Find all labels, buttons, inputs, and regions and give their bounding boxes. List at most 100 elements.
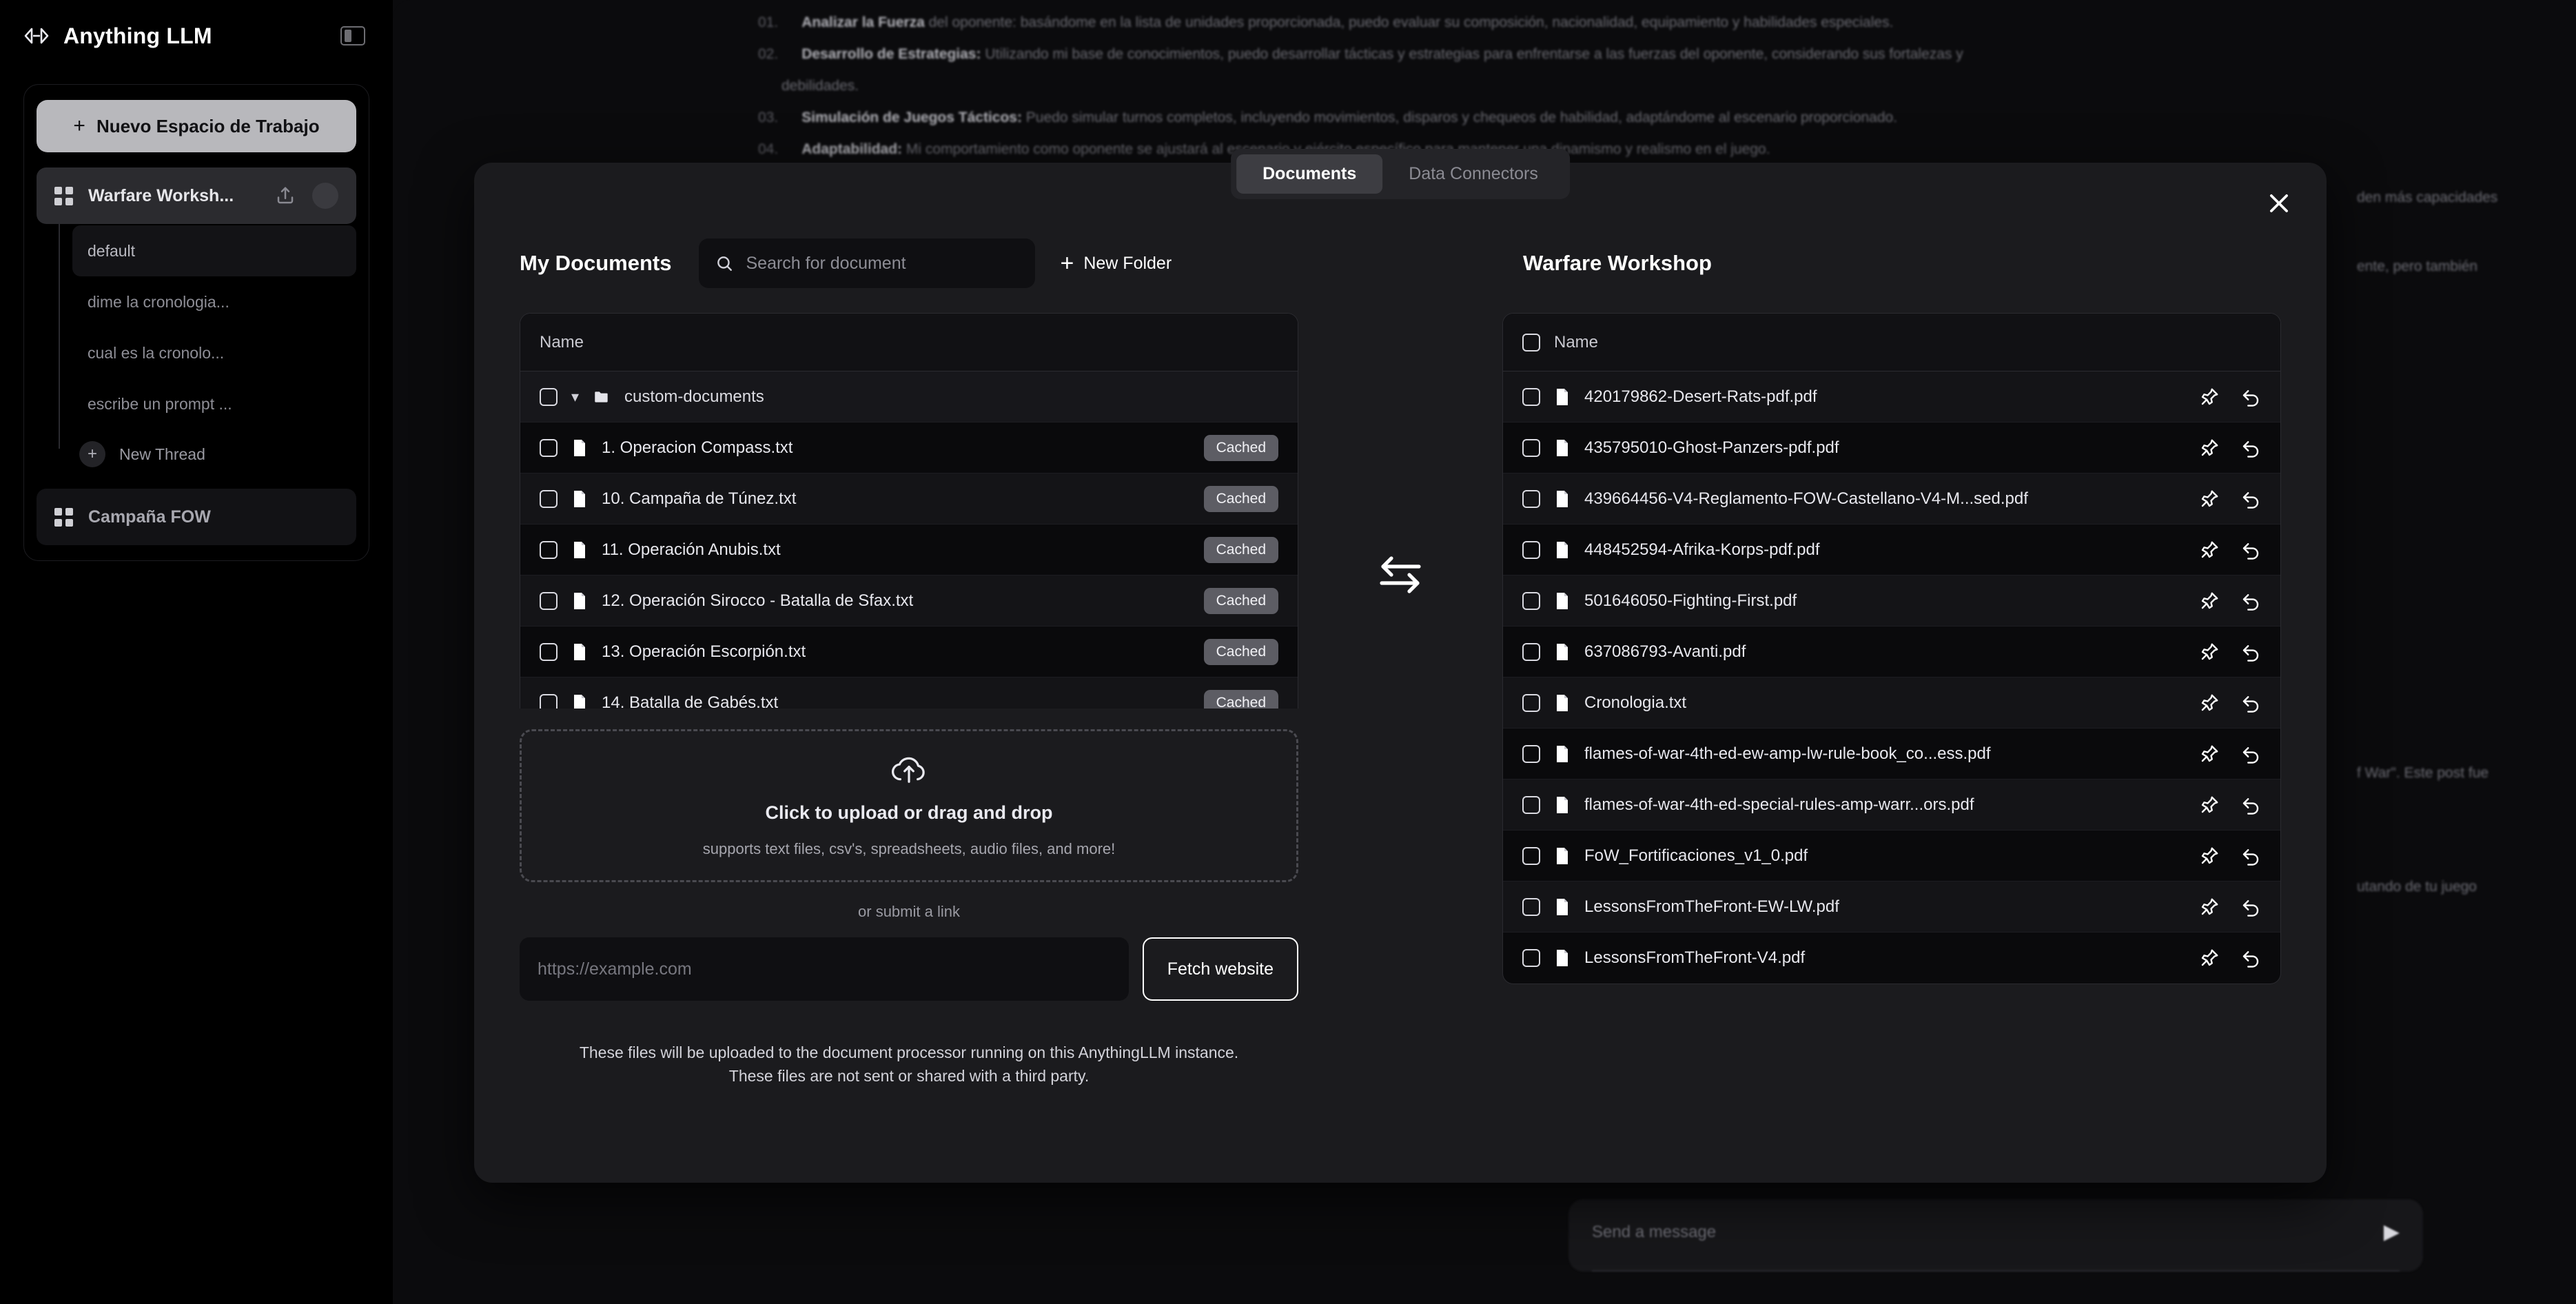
file-icon [1557,796,1568,813]
transfer-arrows-icon[interactable] [1378,556,1423,594]
row-checkbox[interactable] [1522,795,1540,814]
undo-icon[interactable] [2240,591,2261,611]
search-input[interactable] [746,253,1019,274]
row-checkbox[interactable] [1522,540,1540,559]
thread-item-default[interactable]: default [72,225,356,276]
sidebar-toggle-icon[interactable] [340,26,365,45]
table-row[interactable]: LessonsFromTheFront-EW-LW.pdf [1503,882,2280,933]
table-row[interactable]: LessonsFromTheFront-V4.pdf [1503,933,2280,984]
undo-icon[interactable] [2240,897,2261,917]
row-checkbox[interactable] [540,642,558,661]
row-checkbox[interactable] [1522,438,1540,457]
thread-item-2[interactable]: cual es la cronolo... [72,327,356,378]
pin-icon[interactable] [2199,438,2220,458]
sidebar-item-campana-fow[interactable]: Campaña FOW [37,489,356,545]
row-checkbox[interactable] [540,693,558,709]
table-row[interactable]: Cronologia.txt [1503,678,2280,729]
url-input[interactable] [520,937,1129,1001]
gear-icon[interactable] [312,183,338,209]
tab-data-connectors[interactable]: Data Connectors [1382,154,1564,194]
fetch-website-button[interactable]: Fetch website [1142,937,1298,1001]
pin-icon[interactable] [2199,846,2220,866]
row-checkbox[interactable] [540,591,558,610]
table-row[interactable]: 501646050-Fighting-First.pdf [1503,575,2280,626]
upload-icon[interactable] [274,184,297,207]
file-icon [1557,643,1568,660]
new-folder-button[interactable]: + New Folder [1060,252,1172,275]
brand: Anything LLM [23,23,212,49]
row-checkbox[interactable] [1522,489,1540,508]
filelist-header: Name [1503,314,2280,371]
pin-icon[interactable] [2199,693,2220,713]
table-row[interactable]: 420179862-Desert-Rats-pdf.pdf [1503,371,2280,422]
table-row[interactable]: 13. Operación Escorpión.txt Cached [520,626,1298,678]
pin-icon[interactable] [2199,795,2220,815]
table-row[interactable]: 448452594-Afrika-Korps-pdf.pdf [1503,524,2280,575]
row-checkbox[interactable] [1522,846,1540,865]
row-checkbox[interactable] [1522,387,1540,406]
table-row[interactable]: FoW_Fortificaciones_v1_0.pdf [1503,831,2280,882]
row-checkbox[interactable] [1522,591,1540,610]
undo-icon[interactable] [2240,693,2261,713]
table-row[interactable]: ▾ custom-documents [520,371,1298,422]
my-documents-list-viewport[interactable]: Name ▾ custom-documents 1. Operacion Com… [520,295,1298,709]
pin-icon[interactable] [2199,642,2220,662]
chat-line-bold: Desarrollo de Estrategias: [801,46,981,62]
sidebar-item-warfare-workshop[interactable]: Warfare Worksh... [37,167,356,224]
table-row[interactable]: flames-of-war-4th-ed-ew-amp-lw-rule-book… [1503,729,2280,780]
table-row[interactable]: 12. Operación Sirocco - Batalla de Sfax.… [520,575,1298,626]
table-row[interactable]: 637086793-Avanti.pdf [1503,626,2280,678]
send-arrow-icon[interactable]: ▶ [2384,1220,2400,1244]
row-checkbox[interactable] [1522,949,1540,967]
file-icon [1557,847,1568,864]
undo-icon[interactable] [2240,795,2261,815]
new-thread-button[interactable]: + New Thread [72,429,356,479]
undo-icon[interactable] [2240,540,2261,560]
thread-item-3[interactable]: escribe un prompt ... [72,378,356,429]
row-checkbox[interactable] [1522,693,1540,712]
undo-icon[interactable] [2240,642,2261,662]
pin-icon[interactable] [2199,948,2220,968]
thread-item-1[interactable]: dime la cronologia... [72,276,356,327]
row-checkbox[interactable] [1522,744,1540,763]
undo-icon[interactable] [2240,387,2261,407]
table-row[interactable]: 14. Batalla de Gabés.txt Cached [520,678,1298,709]
file-icon [1557,592,1568,609]
undo-icon[interactable] [2240,438,2261,458]
pin-icon[interactable] [2199,489,2220,509]
file-icon [574,694,585,709]
undo-icon[interactable] [2240,744,2261,764]
row-name: 11. Operación Anubis.txt [602,540,781,559]
row-checkbox[interactable] [540,489,558,508]
row-checkbox[interactable] [540,540,558,559]
chat-composer[interactable]: Send a message ▶ [1568,1199,2423,1272]
upload-subtitle: supports text files, csv's, spreadsheets… [702,839,1116,857]
table-row[interactable]: 10. Campaña de Túnez.txt Cached [520,473,1298,524]
pin-icon[interactable] [2199,540,2220,560]
select-all-checkbox[interactable] [1522,333,1540,352]
new-workspace-button[interactable]: + Nuevo Espacio de Trabajo [37,100,356,152]
row-checkbox[interactable] [1522,642,1540,661]
pin-icon[interactable] [2199,387,2220,407]
row-checkbox[interactable] [540,438,558,457]
row-checkbox[interactable] [540,387,558,406]
transfer-column [1298,232,1502,1183]
tab-documents[interactable]: Documents [1236,154,1383,194]
chevron-down-icon[interactable]: ▾ [571,389,579,405]
undo-icon[interactable] [2240,948,2261,968]
pin-icon[interactable] [2199,897,2220,917]
undo-icon[interactable] [2240,846,2261,866]
table-row[interactable]: flames-of-war-4th-ed-special-rules-amp-w… [1503,780,2280,831]
upload-dropzone[interactable]: Click to upload or drag and drop support… [520,729,1298,882]
message-input-placeholder[interactable]: Send a message [1592,1223,1716,1242]
table-row[interactable]: 1. Operacion Compass.txt Cached [520,422,1298,473]
close-icon[interactable] [2260,185,2298,222]
table-row[interactable]: 439664456-V4-Reglamento-FOW-Castellano-V… [1503,473,2280,524]
table-row[interactable]: 11. Operación Anubis.txt Cached [520,524,1298,575]
pin-icon[interactable] [2199,591,2220,611]
row-checkbox[interactable] [1522,897,1540,916]
pin-icon[interactable] [2199,744,2220,764]
table-row[interactable]: 435795010-Ghost-Panzers-pdf.pdf [1503,422,2280,473]
undo-icon[interactable] [2240,489,2261,509]
search-box[interactable] [699,238,1036,288]
